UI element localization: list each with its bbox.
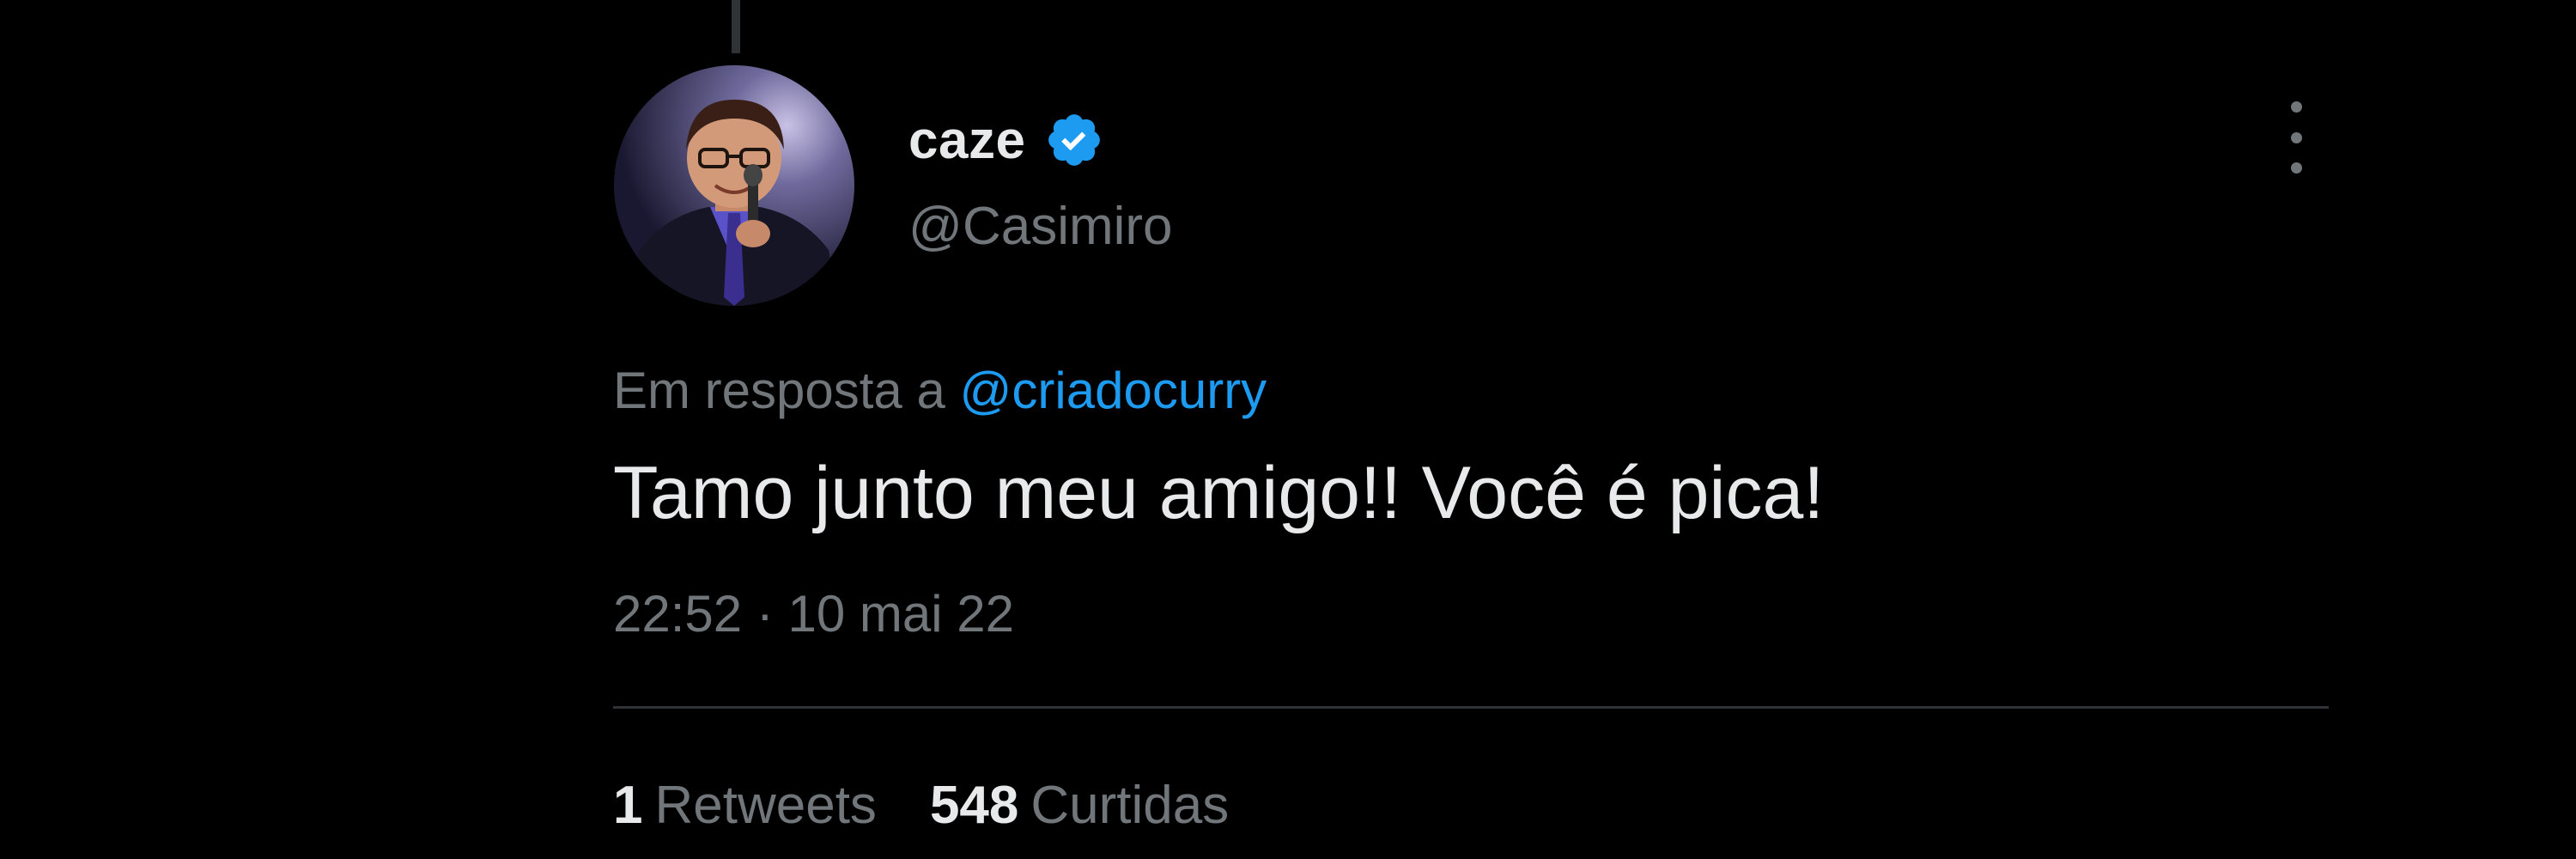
likes-count: 548 — [929, 776, 1019, 835]
author-handle[interactable]: @Casimiro — [908, 196, 1173, 257]
tweet-timestamp[interactable]: 22:52 · 10 mai 22 — [613, 584, 1014, 643]
more-options-button[interactable] — [2275, 101, 2317, 174]
verified-badge-icon — [1044, 110, 1104, 170]
retweets-label: Retweets — [654, 776, 877, 835]
tweet-stats: 1 Retweets 548 Curtidas — [613, 775, 1229, 836]
retweets-stat[interactable]: 1 Retweets — [613, 775, 877, 836]
more-vertical-icon-dot — [2290, 162, 2302, 174]
display-name[interactable]: caze — [908, 110, 1025, 171]
avatar-image — [614, 65, 854, 306]
author-name-row[interactable]: caze — [908, 101, 1104, 179]
reply-to-link[interactable]: @criadocurry — [960, 362, 1267, 419]
more-vertical-icon-dot — [2290, 131, 2302, 143]
reply-prefix: Em resposta a — [613, 362, 945, 419]
avatar[interactable] — [614, 65, 854, 306]
thread-connector-line — [732, 0, 740, 53]
likes-stat[interactable]: 548 Curtidas — [930, 775, 1229, 836]
likes-label: Curtidas — [1030, 776, 1230, 835]
reply-context: Em resposta a @criadocurry — [613, 361, 1267, 420]
divider — [613, 706, 2329, 709]
retweets-count: 1 — [613, 776, 643, 835]
tweet-text: Tamo junto meu amigo!! Você é pica! — [613, 452, 1825, 534]
more-vertical-icon — [2290, 101, 2302, 113]
